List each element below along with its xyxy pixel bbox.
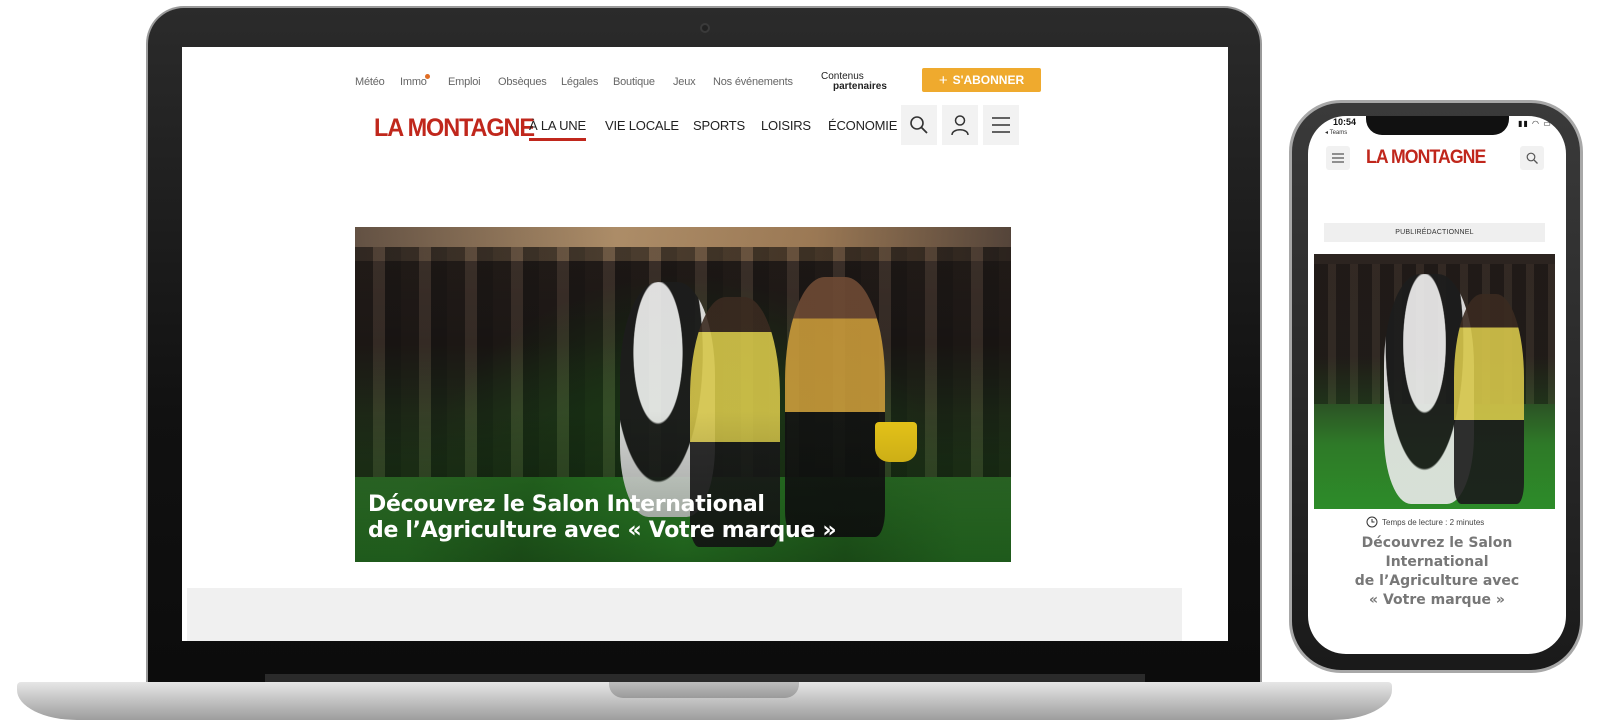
util-link-evenements[interactable]: Nos événements [713, 76, 793, 88]
phone-hero-girl [1454, 294, 1524, 504]
phone-hero-photo[interactable] [1314, 254, 1555, 509]
nav-item-a-la-une[interactable]: À LA UNE [529, 118, 586, 141]
subscribe-button[interactable]: + S'ABONNER [922, 68, 1041, 92]
util-link-immo[interactable]: Immo [400, 76, 427, 88]
hero-title[interactable]: Découvrez le Salon International de l’Ag… [368, 492, 928, 544]
reading-time-label: Temps de lecture : 2 minutes [1382, 517, 1485, 527]
phone-site-logo[interactable]: LA MONTAGNE [1366, 147, 1486, 169]
phone-title-line-4: « Votre marque » [1369, 592, 1505, 608]
util-link-legales[interactable]: Légales [561, 76, 598, 88]
content-band [187, 588, 1182, 641]
menu-icon [1332, 153, 1344, 163]
phone-article-title[interactable]: Découvrez le Salon International de l’Ag… [1328, 534, 1546, 610]
clock-icon [1366, 516, 1378, 528]
laptop-camera [700, 23, 710, 33]
main-nav: LA MONTAGNE À LA UNE VIE LOCALE SPORTS L… [182, 105, 1228, 147]
device-mockup: Météo Immo Emploi Obsèques Légales Bouti… [0, 0, 1601, 720]
laptop-opening-notch [609, 682, 799, 698]
account-button[interactable] [942, 105, 978, 145]
new-dot-icon [425, 74, 430, 79]
partenaires-label: partenaires [833, 81, 887, 92]
site-logo[interactable]: LA MONTAGNE [374, 114, 535, 143]
plus-icon: + [938, 71, 948, 89]
status-back-link[interactable]: ◂ Teams [1325, 129, 1347, 136]
nav-item-vie-locale[interactable]: VIE LOCALE [605, 118, 679, 133]
hero-article[interactable]: Découvrez le Salon International de l’Ag… [355, 227, 1011, 562]
subscribe-label: S'ABONNER [952, 73, 1025, 87]
util-link-meteo[interactable]: Météo [355, 76, 385, 88]
sponsored-label: PUBLIRÉDACTIONNEL [1324, 223, 1545, 242]
phone-screen: 10:54 ◂ Teams ▮▮ ◠ ▭ LA MONTAGNE PUBLIRÉ… [1308, 116, 1566, 654]
phone-menu-button[interactable] [1326, 146, 1350, 170]
utility-nav: Météo Immo Emploi Obsèques Légales Bouti… [182, 67, 1228, 97]
status-time: 10:54 [1333, 117, 1357, 127]
phone-search-button[interactable] [1520, 146, 1544, 170]
util-link-contenus-partenaires[interactable]: Contenus partenaires [821, 72, 887, 92]
menu-icon [992, 117, 1010, 133]
user-icon [951, 115, 969, 136]
nav-item-sports[interactable]: SPORTS [693, 118, 745, 133]
search-icon [1526, 152, 1538, 164]
hero-title-line-1: Découvrez le Salon International [368, 492, 765, 517]
search-button[interactable] [901, 105, 937, 145]
nav-item-loisirs[interactable]: LOISIRS [761, 118, 811, 133]
phone-notch [1366, 116, 1509, 135]
phone-title-line-1: Découvrez le Salon [1361, 535, 1513, 551]
nav-item-economie[interactable]: ÉCONOMIE [828, 118, 897, 133]
menu-button[interactable] [983, 105, 1019, 145]
util-link-emploi[interactable]: Emploi [448, 76, 481, 88]
util-link-boutique[interactable]: Boutique [613, 76, 655, 88]
phone-title-line-2: International [1385, 554, 1489, 570]
util-link-obseques[interactable]: Obsèques [498, 76, 547, 88]
reading-time: Temps de lecture : 2 minutes [1366, 516, 1484, 528]
laptop-screen: Météo Immo Emploi Obsèques Légales Bouti… [182, 47, 1228, 641]
status-icons: ▮▮ ◠ ▭ [1518, 119, 1552, 128]
search-icon [910, 116, 928, 134]
laptop-hinge [265, 674, 1145, 682]
phone-title-line-3: de l’Agriculture avec [1354, 573, 1520, 589]
util-link-jeux[interactable]: Jeux [673, 76, 696, 88]
hero-title-line-2: de l’Agriculture avec « Votre marque » [368, 518, 837, 543]
